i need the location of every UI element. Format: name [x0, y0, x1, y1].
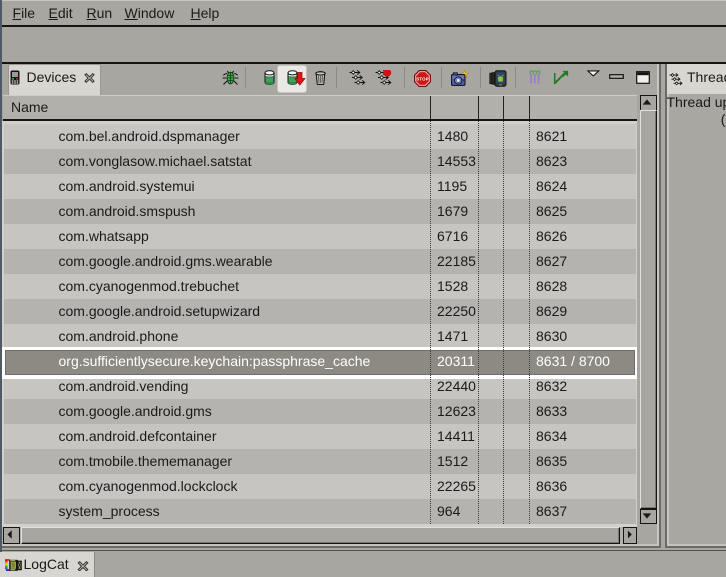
svg-text:STOP: STOP	[416, 77, 429, 82]
